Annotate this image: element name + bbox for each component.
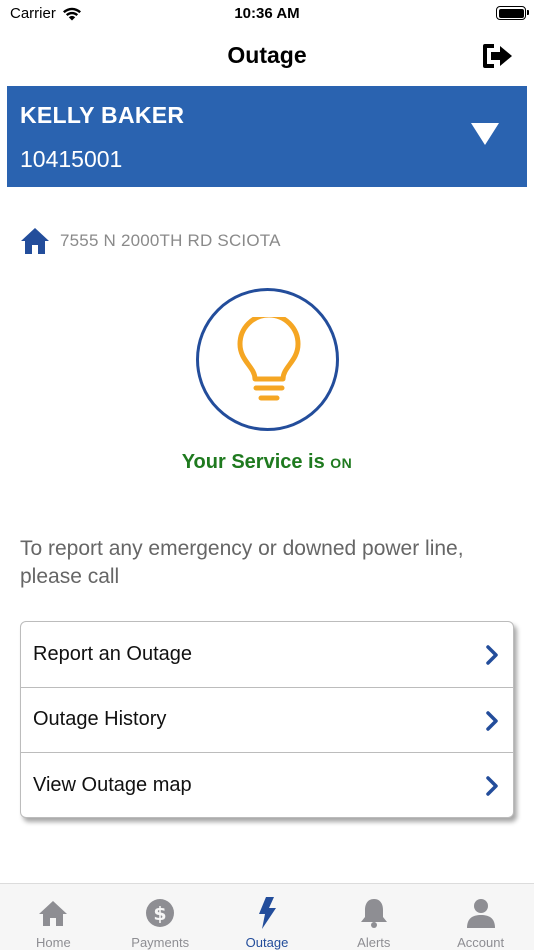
- tab-label: Account: [457, 935, 505, 950]
- tab-account[interactable]: Account: [427, 884, 534, 950]
- outage-options-list: Report an Outage Outage History View Out…: [20, 621, 514, 818]
- tab-label: Alerts: [357, 935, 391, 950]
- status-bar: Carrier 10:36 AM: [0, 0, 534, 28]
- triangle-down-icon[interactable]: [470, 122, 500, 146]
- status-time: 10:36 AM: [234, 5, 300, 22]
- person-icon: [466, 899, 495, 928]
- option-label: View Outage map: [33, 774, 192, 797]
- report-outage-row[interactable]: Report an Outage: [21, 622, 513, 688]
- service-status-text: Your Service is ON: [0, 451, 534, 474]
- tab-label: Home: [36, 935, 71, 950]
- chevron-right-icon: [486, 776, 498, 796]
- lightbulb-icon: [237, 317, 301, 401]
- chevron-right-icon: [486, 645, 498, 665]
- battery-icon: [496, 6, 529, 20]
- svg-text:$: $: [154, 903, 167, 925]
- account-number: 10415001: [20, 146, 123, 172]
- emergency-instructions: To report any emergency or downed power …: [20, 537, 464, 588]
- option-label: Outage History: [33, 708, 167, 731]
- option-label: Report an Outage: [33, 642, 192, 665]
- page-title: Outage: [227, 42, 307, 68]
- tab-alerts[interactable]: Alerts: [320, 884, 427, 950]
- outage-history-row[interactable]: Outage History: [21, 688, 513, 753]
- tab-outage[interactable]: Outage: [214, 884, 321, 950]
- tab-bar: Home $ Payments Outage Alerts Account: [0, 883, 534, 950]
- tab-home[interactable]: Home: [0, 884, 107, 950]
- address-text: 7555 N 2000TH RD SCIOTA: [60, 231, 281, 250]
- view-outage-map-row[interactable]: View Outage map: [21, 753, 513, 817]
- tab-label: Payments: [131, 935, 190, 950]
- account-selector[interactable]: KELLY BAKER 10415001: [7, 86, 527, 187]
- service-status-state: ON: [330, 455, 353, 471]
- logout-icon[interactable]: [480, 42, 514, 70]
- home-icon: [21, 228, 49, 254]
- service-status-indicator: [196, 288, 339, 431]
- service-address: 7555 N 2000TH RD SCIOTA: [20, 226, 281, 256]
- dollar-icon: $: [146, 899, 175, 927]
- service-status-prefix: Your Service is: [181, 451, 331, 473]
- bell-icon: [360, 899, 387, 928]
- home-icon: [39, 901, 68, 926]
- lightning-icon: [258, 897, 276, 929]
- account-name: KELLY BAKER: [20, 102, 185, 128]
- tab-label: Outage: [245, 935, 289, 950]
- tab-payments[interactable]: $ Payments: [107, 884, 214, 950]
- nav-bar: Outage: [0, 28, 534, 84]
- chevron-right-icon: [486, 710, 498, 731]
